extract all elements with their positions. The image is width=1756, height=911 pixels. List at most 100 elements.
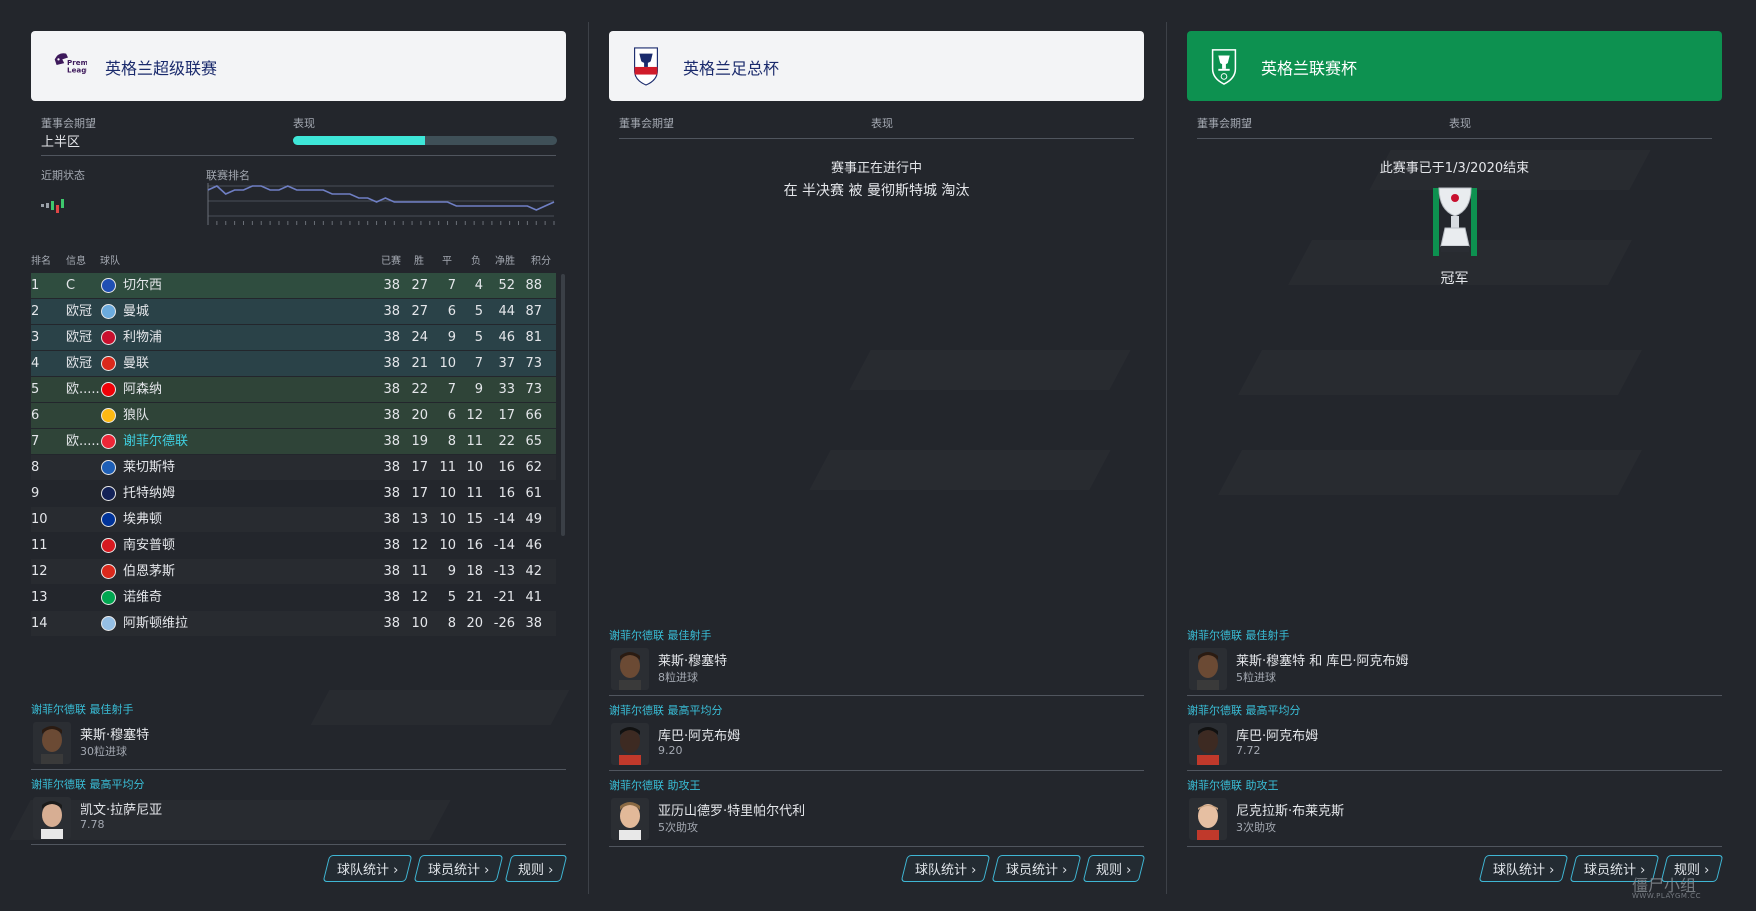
row-played: 38 <box>383 382 400 397</box>
row-team[interactable]: 伯恩茅斯 <box>123 559 175 584</box>
row-drawn: 5 <box>447 590 456 605</box>
col-drawn[interactable]: 平 <box>442 252 452 267</box>
player-stats-button[interactable]: 球员统计 › <box>991 855 1082 882</box>
row-team[interactable]: 南安普顿 <box>123 533 175 558</box>
table-row[interactable]: 1 C 切尔西 38 27 7 4 52 88 <box>31 273 556 298</box>
row-lost: 15 <box>466 512 483 527</box>
row-drawn: 6 <box>447 304 456 319</box>
team-badge-icon <box>101 590 116 605</box>
section-divider <box>609 846 1144 847</box>
top-assist-card[interactable]: 亚历山德罗·特里帕尔代利 5次助攻 <box>609 792 1144 846</box>
col-team[interactable]: 球队 <box>100 252 120 267</box>
row-played: 38 <box>383 408 400 423</box>
row-gd: 22 <box>498 434 515 449</box>
player-stats-button[interactable]: 球员统计 › <box>413 855 504 882</box>
col-pts[interactable]: 积分 <box>531 252 551 267</box>
league-position-label: 联赛排名 <box>206 169 250 182</box>
row-gd: -26 <box>493 616 515 631</box>
table-row[interactable]: 8 莱切斯特 38 17 11 10 16 62 <box>31 455 556 480</box>
row-info: 欧..... <box>66 434 100 449</box>
col-won[interactable]: 胜 <box>414 252 424 267</box>
table-row[interactable]: 11 南安普顿 38 12 10 16 -14 46 <box>31 533 556 558</box>
row-pts: 61 <box>525 486 542 501</box>
row-team[interactable]: 阿斯顿维拉 <box>123 611 188 636</box>
row-team[interactable]: 狼队 <box>123 403 149 428</box>
row-gd: 16 <box>498 460 515 475</box>
panel-title: 英格兰超级联赛 <box>105 59 218 78</box>
table-row[interactable]: 6 狼队 38 20 6 12 17 66 <box>31 403 556 428</box>
team-stats-button[interactable]: 球队统计 › <box>900 855 991 882</box>
top-scorer-title: 谢菲尔德联 最佳射手 <box>1187 629 1290 642</box>
player-avatar <box>611 798 649 840</box>
col-lost[interactable]: 负 <box>471 252 481 267</box>
row-lost: 7 <box>474 356 483 371</box>
player-avatar <box>1189 798 1227 840</box>
table-row[interactable]: 9 托特纳姆 38 17 10 11 16 61 <box>31 481 556 506</box>
col-info[interactable]: 信息 <box>66 252 86 267</box>
row-team[interactable]: 谢菲尔德联 <box>123 429 188 454</box>
row-drawn: 9 <box>447 564 456 579</box>
player-name: 库巴·阿克布姆 <box>658 729 741 744</box>
top-scorer-card[interactable]: 莱斯·穆塞特 30粒进球 <box>31 716 566 770</box>
table-row[interactable]: 14 阿斯顿维拉 38 10 8 20 -26 38 <box>31 611 556 636</box>
table-row[interactable]: 13 诺维奇 38 12 5 21 -21 41 <box>31 585 556 610</box>
cup-status: 此赛事已于1/3/2020结束 <box>1379 161 1530 176</box>
rules-button[interactable]: 规则 › <box>504 855 568 882</box>
row-lost: 21 <box>466 590 483 605</box>
table-row[interactable]: 10 埃弗顿 38 13 10 15 -14 49 <box>31 507 556 532</box>
top-rating-card[interactable]: 库巴·阿克布姆 7.72 <box>1187 717 1722 771</box>
top-rating-card[interactable]: 凯文·拉萨尼亚 7.78 <box>31 791 566 845</box>
table-row[interactable]: 4 欧冠 曼联 38 21 10 7 37 73 <box>31 351 556 376</box>
board-expectation-label: 董事会期望 <box>1197 117 1252 130</box>
card-divider <box>609 695 1144 696</box>
row-won: 27 <box>411 304 428 319</box>
row-team[interactable]: 托特纳姆 <box>123 481 175 506</box>
premier-league-header[interactable]: Premier League 英格兰超级联赛 <box>31 31 566 101</box>
row-team[interactable]: 曼城 <box>123 299 149 324</box>
fa-cup-header[interactable]: 英格兰足总杯 <box>609 31 1144 101</box>
team-badge-icon <box>101 330 116 345</box>
top-assist-title: 谢菲尔德联 助攻王 <box>1187 779 1279 792</box>
table-scrollbar[interactable] <box>561 274 565 536</box>
team-stats-button[interactable]: 球队统计 › <box>322 855 413 882</box>
top-scorer-card[interactable]: 莱斯·穆塞特 和 库巴·阿克布姆 5粒进球 <box>1187 642 1722 696</box>
row-position: 9 <box>31 486 40 501</box>
team-badge-icon <box>101 486 116 501</box>
board-expectation-value: 上半区 <box>41 135 81 150</box>
row-won: 22 <box>411 382 428 397</box>
row-won: 11 <box>411 564 428 579</box>
row-team[interactable]: 切尔西 <box>123 273 162 298</box>
rules-button[interactable]: 规则 › <box>1082 855 1146 882</box>
row-team[interactable]: 阿森纳 <box>123 377 162 402</box>
table-row[interactable]: 3 欧冠 利物浦 38 24 9 5 46 81 <box>31 325 556 350</box>
row-drawn: 10 <box>439 486 456 501</box>
table-row[interactable]: 7 欧..... 谢菲尔德联 38 19 8 11 22 65 <box>31 429 556 454</box>
row-team[interactable]: 曼联 <box>123 351 149 376</box>
table-row[interactable]: 5 欧..... 阿森纳 38 22 7 9 33 73 <box>31 377 556 402</box>
table-row[interactable]: 12 伯恩茅斯 38 11 9 18 -13 42 <box>31 559 556 584</box>
row-pts: 87 <box>525 304 542 319</box>
team-badge-icon <box>101 278 116 293</box>
cup-result: 在 半决赛 被 曼彻斯特城 淘汰 <box>783 183 970 199</box>
player-name: 库巴·阿克布姆 <box>1236 729 1319 744</box>
row-team[interactable]: 利物浦 <box>123 325 162 350</box>
col-gd[interactable]: 净胜 <box>495 252 515 267</box>
row-team[interactable]: 埃弗顿 <box>123 507 162 532</box>
player-name: 凯文·拉萨尼亚 <box>80 803 163 818</box>
fa-cup-panel: 英格兰足总杯 董事会期望 表现 赛事正在进行中 在 半决赛 被 曼彻斯特城 淘汰… <box>609 0 1146 911</box>
table-row[interactable]: 2 欧冠 曼城 38 27 6 5 44 87 <box>31 299 556 324</box>
top-scorer-card[interactable]: 莱斯·穆塞特 8粒进球 <box>609 642 1144 696</box>
col-played[interactable]: 已赛 <box>381 252 401 267</box>
top-assist-card[interactable]: 尼克拉斯·布莱克斯 3次助攻 <box>1187 792 1722 846</box>
section-divider <box>1187 846 1722 847</box>
team-stats-button[interactable]: 球队统计 › <box>1478 855 1569 882</box>
row-lost: 18 <box>466 564 483 579</box>
league-cup-header[interactable]: 英格兰联赛杯 <box>1187 31 1722 101</box>
top-scorer-title: 谢菲尔德联 最佳射手 <box>609 629 712 642</box>
league-position-sparkline <box>207 183 555 225</box>
col-pos[interactable]: 排名 <box>31 252 51 267</box>
row-team[interactable]: 莱切斯特 <box>123 455 175 480</box>
row-position: 2 <box>31 304 40 319</box>
top-rating-card[interactable]: 库巴·阿克布姆 9.20 <box>609 717 1144 771</box>
row-team[interactable]: 诺维奇 <box>123 585 162 610</box>
